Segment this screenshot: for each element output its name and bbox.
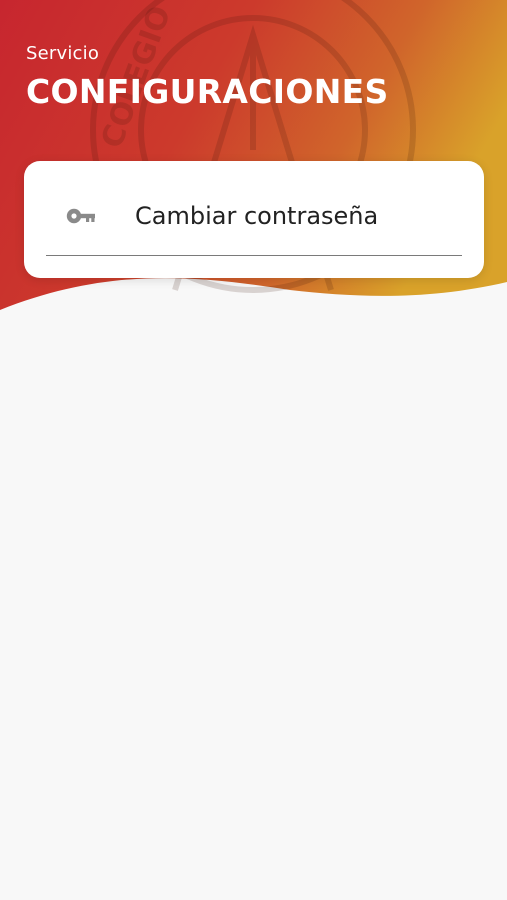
app-screen: COLEGIO DE INGENIEROS DEL Servicio CONFI… [0,0,507,900]
menu-button[interactable] [28,0,54,6]
change-password-item[interactable]: Cambiar contraseña [46,183,462,256]
page-title: CONFIGURACIONES [26,72,389,111]
header-subtitle: Servicio [26,43,100,64]
key-icon [66,208,95,224]
settings-card: Cambiar contraseña [24,161,484,278]
change-password-label: Cambiar contraseña [135,202,379,230]
